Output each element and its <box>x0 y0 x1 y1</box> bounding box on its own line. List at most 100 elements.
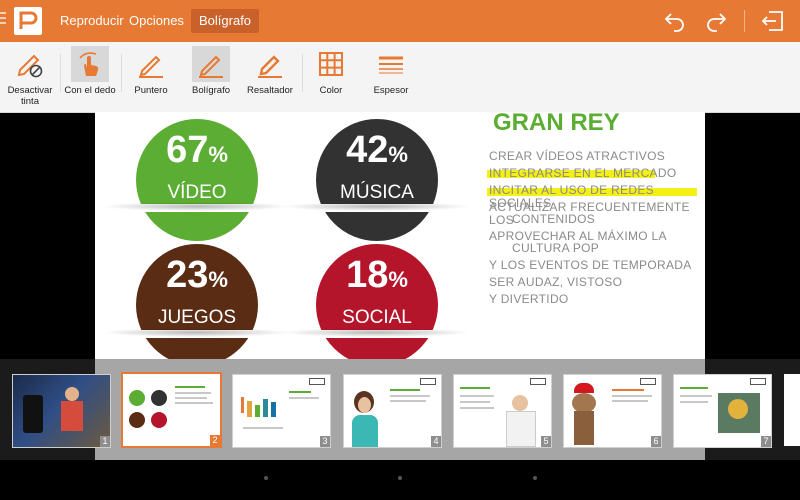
thumb-face <box>65 387 79 401</box>
thumbnail-number: 6 <box>651 436 661 447</box>
thumb-mark <box>255 405 260 417</box>
system-nav-bar <box>0 460 800 500</box>
thumb-line <box>460 407 494 409</box>
tab-boligrafo[interactable]: Bolígrafo <box>191 9 260 33</box>
bullet-item: Y LOS EVENTOS DE TEMPORADA <box>489 258 692 272</box>
pen-icon <box>192 46 230 82</box>
thumbnail-number: 5 <box>541 436 551 447</box>
thumb-mark <box>129 412 145 428</box>
circle-shadow <box>281 328 471 337</box>
tool-label: Puntero <box>134 85 168 96</box>
stat-label: SOCIAL <box>342 307 412 328</box>
color-grid-icon <box>312 46 350 82</box>
thumb-line <box>390 389 420 391</box>
slide-thumbnail-5[interactable]: 5 <box>453 374 552 448</box>
pointer-button[interactable]: Puntero <box>126 42 176 112</box>
thumb-logo <box>640 378 656 385</box>
thumbnail-number: 2 <box>210 435 220 446</box>
circle-shadow <box>101 328 291 337</box>
tool-label: Desactivar tinta <box>7 85 53 107</box>
thumbnail-number: 7 <box>761 436 771 447</box>
thumb-hat <box>574 383 594 393</box>
thumb-dog <box>574 411 594 445</box>
stat-circle-video: 67% VÍDEO <box>136 119 258 241</box>
slide-thumbnail-partial[interactable] <box>784 374 800 446</box>
slide-canvas[interactable]: 67% VÍDEO 42% MÚSICA 23% JUEGOS 18% SOCI… <box>95 112 705 359</box>
thumb-dog <box>572 393 596 413</box>
thumb-line <box>612 389 644 391</box>
bullet-item: Y DIVERTIDO <box>489 292 569 306</box>
thumb-mark <box>151 412 167 428</box>
slide-thumbnail-2[interactable]: 2 <box>121 372 222 448</box>
stat-circle-social: 18% SOCIAL <box>316 244 438 359</box>
thumb-line <box>175 392 211 394</box>
thumb-line <box>390 395 430 397</box>
stat-value: 42% <box>346 129 408 171</box>
menu-handle-icon[interactable] <box>0 12 6 27</box>
thumb-line <box>612 395 652 397</box>
color-button[interactable]: Color <box>306 42 356 112</box>
tab-reproducir[interactable]: Reproducir <box>52 9 132 33</box>
tab-opciones[interactable]: Opciones <box>121 9 192 33</box>
undo-icon[interactable] <box>662 9 688 33</box>
disable-ink-button[interactable]: Desactivar tinta <box>5 42 55 112</box>
finger-touch-icon <box>71 46 109 82</box>
bullet-item-continuation: CULTURA POP <box>512 241 600 255</box>
highlighter-button[interactable]: Resaltador <box>245 42 295 112</box>
nav-recent-icon[interactable] <box>533 476 537 480</box>
thumbnail-number: 1 <box>100 436 110 447</box>
thumb-line <box>175 402 213 404</box>
thumb-line <box>460 387 490 389</box>
thumb-person <box>61 401 83 431</box>
thumb-mark <box>271 402 276 417</box>
bullet-item: SER AUDAZ, VISTOSO <box>489 275 623 289</box>
thumb-line <box>175 386 205 388</box>
thickness-button[interactable]: Espesor <box>366 42 416 112</box>
tool-label: Bolígrafo <box>191 85 231 96</box>
thumb-mark <box>247 401 252 417</box>
thumb-logo <box>309 378 325 385</box>
slide-title: GRAN REY <box>493 112 620 136</box>
divider <box>302 54 303 92</box>
pen-button[interactable]: Bolígrafo <box>186 42 236 112</box>
thumb-person <box>506 411 536 447</box>
stat-value: 23% <box>166 254 228 296</box>
slide-thumbnail-4[interactable]: 4 <box>343 374 442 448</box>
thumb-face <box>512 395 528 411</box>
thumb-line <box>460 395 494 397</box>
thumb-mark <box>129 390 145 406</box>
thumb-line <box>175 397 207 399</box>
stat-circle-juegos: 23% JUEGOS <box>136 244 258 359</box>
finger-mode-button[interactable]: Con el dedo <box>63 42 117 112</box>
thumb-line <box>680 395 712 397</box>
bullet-item: INTEGRARSE EN EL MERCADO <box>489 166 677 180</box>
presentation-p-icon[interactable] <box>14 7 42 35</box>
slide-thumbnail-7[interactable]: 7 <box>673 374 772 448</box>
thumb-person <box>352 415 378 447</box>
nav-home-icon[interactable] <box>398 476 402 480</box>
bullet-item: CREAR VÍDEOS ATRACTIVOS <box>489 149 666 163</box>
thumb-logo <box>420 378 436 385</box>
thumb-line <box>289 397 319 399</box>
divider <box>121 54 122 92</box>
thumb-mark <box>151 390 167 406</box>
redo-icon[interactable] <box>703 9 729 33</box>
slide-thumbnail-1[interactable]: 1 <box>12 374 111 448</box>
pen-toolbar: Desactivar tinta Con el dedo Puntero Bol… <box>0 42 800 113</box>
nav-back-icon[interactable] <box>264 476 268 480</box>
thumb-line <box>680 387 708 389</box>
thumb-camera <box>23 395 43 433</box>
thumb-mark <box>728 399 748 419</box>
stat-circle-musica: 42% MÚSICA <box>316 119 438 241</box>
thumb-mark <box>263 399 268 417</box>
thumb-line <box>289 391 311 393</box>
stat-value: 67% <box>166 129 228 171</box>
thumb-line <box>390 400 426 402</box>
thumb-logo <box>750 378 766 385</box>
tool-label: Espesor <box>373 85 409 96</box>
slide-thumbnail-6[interactable]: 6 <box>563 374 662 448</box>
thumbnail-number: 4 <box>431 436 441 447</box>
exit-icon[interactable] <box>760 9 786 33</box>
slide-thumbnail-3[interactable]: 3 <box>232 374 331 448</box>
thumb-face <box>358 397 371 413</box>
